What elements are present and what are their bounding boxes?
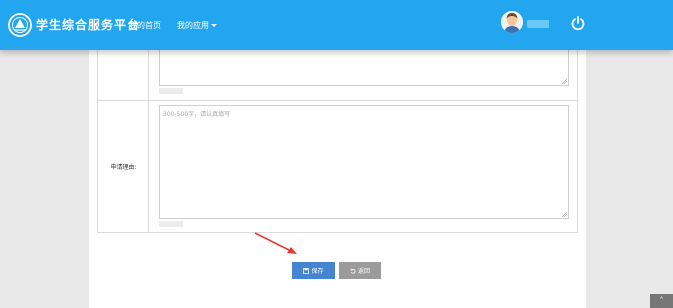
save-button[interactable]: 保存 xyxy=(292,262,335,279)
resize-grip-icon[interactable] xyxy=(561,211,567,217)
nav-apps-label: 我的应用 xyxy=(177,21,209,30)
char-counter xyxy=(159,221,183,227)
platform-title: 学生综合服务平台 xyxy=(36,18,141,32)
back-label: 返回 xyxy=(357,269,370,275)
caret-down-icon xyxy=(211,24,217,27)
reason-placeholder: 300-500字，请认真填写 xyxy=(163,111,231,118)
char-counter xyxy=(159,88,183,94)
label-column xyxy=(98,50,149,232)
chevron-up-icon: ˄ xyxy=(659,296,664,305)
save-icon xyxy=(303,267,310,274)
annotation-arrow xyxy=(254,232,297,254)
user-avatar[interactable] xyxy=(501,11,523,33)
resize-grip-icon[interactable] xyxy=(561,78,567,84)
username-block[interactable] xyxy=(527,20,549,28)
save-label: 保存 xyxy=(311,269,324,275)
scroll-top-button[interactable]: ˄ xyxy=(650,294,673,308)
nav-home-link[interactable]: 我的首页 xyxy=(129,20,161,31)
avatar-icon xyxy=(501,11,523,33)
previous-textarea[interactable] xyxy=(159,50,569,86)
row-divider xyxy=(98,100,577,101)
undo-icon xyxy=(350,268,356,274)
back-button[interactable]: 返回 xyxy=(339,262,381,279)
power-icon[interactable] xyxy=(570,15,586,31)
reason-textarea[interactable]: 300-500字，请认真填写 xyxy=(159,105,569,219)
reason-label: 申请理由: xyxy=(110,164,137,171)
application-form-table: 申请理由: 300-500字，请认真填写 xyxy=(97,50,578,233)
nav-apps-dropdown[interactable]: 我的应用 xyxy=(177,20,217,31)
content-panel: 申请理由: 300-500字，请认真填写 保存 返回 xyxy=(89,50,586,308)
platform-logo-icon[interactable] xyxy=(8,13,32,37)
top-navbar: 学生综合服务平台 我的首页 我的应用 xyxy=(0,0,673,50)
